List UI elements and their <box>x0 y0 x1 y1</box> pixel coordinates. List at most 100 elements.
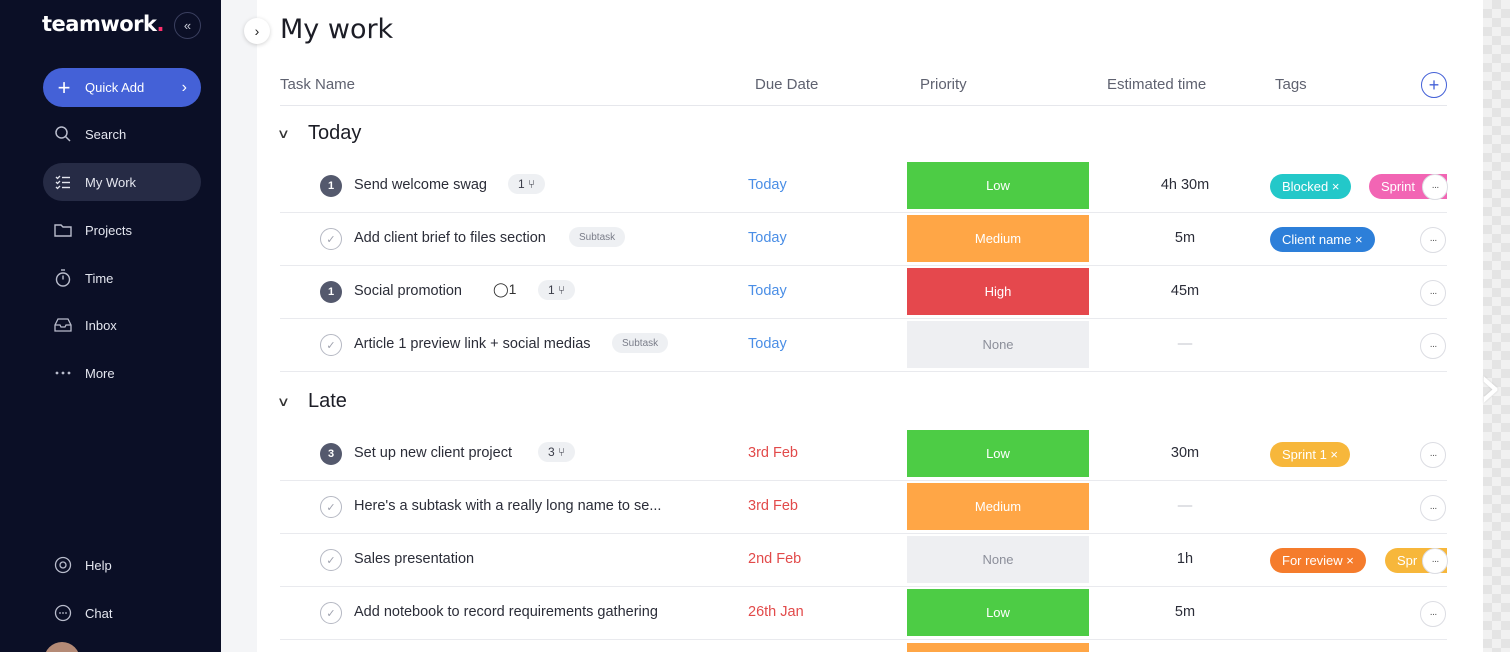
next-slide-icon[interactable]: › <box>1478 352 1502 422</box>
estimated-time[interactable]: 4h 30m <box>1100 177 1270 193</box>
priority-cell[interactable]: None <box>907 321 1089 368</box>
complete-checkbox[interactable]: ✓ <box>320 334 342 356</box>
task-name[interactable]: Add client brief to files section <box>354 230 546 246</box>
sidebar-item-help[interactable]: Help <box>43 546 201 584</box>
add-column-button[interactable]: + <box>1421 72 1447 98</box>
row-more-button[interactable]: ··· <box>1420 495 1446 521</box>
row-more-button[interactable]: ··· <box>1420 280 1446 306</box>
tag-for-review[interactable]: For review × <box>1270 548 1366 573</box>
sidebar-item-search[interactable]: Search <box>43 115 201 153</box>
tag-sprint-1[interactable]: Sprint 1 × <box>1270 442 1351 467</box>
subtask-count-badge[interactable]: 3 <box>320 443 342 465</box>
header-divider <box>280 105 1447 106</box>
comment-count[interactable]: ◯1 <box>493 281 516 298</box>
due-date[interactable]: 26th Jan <box>748 604 804 620</box>
chat-icon <box>53 603 73 623</box>
help-icon <box>53 555 73 575</box>
priority-cell[interactable]: Medium <box>907 483 1089 530</box>
estimated-time[interactable]: — <box>1100 336 1270 352</box>
more-dots-icon <box>53 363 73 383</box>
priority-cell[interactable]: Low <box>907 162 1089 209</box>
due-date[interactable]: Today <box>748 283 787 299</box>
expand-panel-button[interactable]: › <box>244 18 270 44</box>
folder-icon <box>53 220 73 240</box>
task-name[interactable]: Sales presentation <box>354 551 474 567</box>
task-name[interactable]: Add notebook to record requirements gath… <box>354 604 658 620</box>
row-more-button[interactable]: ··· <box>1420 601 1446 627</box>
column-header-tags[interactable]: Tags <box>1275 76 1307 93</box>
estimated-time[interactable]: 5m <box>1100 604 1270 620</box>
group-header-today[interactable]: ∨ Today <box>277 122 362 145</box>
estimated-time[interactable]: — <box>1100 498 1270 514</box>
task-row[interactable]: ✓ Sales presentation 2nd Feb None 1h For… <box>280 534 1448 587</box>
complete-checkbox[interactable]: ✓ <box>320 602 342 624</box>
list-check-icon <box>53 172 73 192</box>
column-header-due-date[interactable]: Due Date <box>755 76 818 93</box>
subtask-chip[interactable]: 1 ⑂ <box>538 280 576 300</box>
estimated-time[interactable]: 30m <box>1100 445 1270 461</box>
row-more-button[interactable]: ··· <box>1420 333 1446 359</box>
sidebar-item-my-work[interactable]: My Work <box>43 163 201 201</box>
sidebar-item-more[interactable]: More <box>43 354 201 392</box>
task-row[interactable]: 1 Send welcome swag 1 ⑂ Today Low 4h 30m… <box>280 160 1448 213</box>
task-name[interactable]: Social promotion <box>354 283 462 299</box>
complete-checkbox[interactable]: ✓ <box>320 496 342 518</box>
estimated-time[interactable]: 45m <box>1100 283 1270 299</box>
sidebar-item-label: Inbox <box>85 317 117 333</box>
priority-cell[interactable]: Low <box>907 589 1089 636</box>
sidebar-item-label: More <box>85 365 115 381</box>
task-row[interactable]: ✓ Here's a subtask with a really long na… <box>280 481 1447 534</box>
teamwork-logo[interactable]: teamwork. <box>42 12 165 36</box>
tag-client-name[interactable]: Client name × <box>1270 227 1375 252</box>
task-name[interactable]: Set up new client project <box>354 445 512 461</box>
quick-add-button[interactable]: + Quick Add › <box>43 68 201 107</box>
complete-checkbox[interactable]: ✓ <box>320 228 342 250</box>
plus-icon: + <box>57 74 71 100</box>
task-row[interactable]: ✓ Add notebook to record requirements ga… <box>280 587 1447 640</box>
background-pattern <box>1483 0 1510 652</box>
row-more-button[interactable]: ··· <box>1420 442 1446 468</box>
row-more-button[interactable]: ··· <box>1420 227 1446 253</box>
sidebar-item-chat[interactable]: Chat <box>43 594 201 632</box>
search-icon <box>53 124 73 144</box>
sidebar-item-time[interactable]: Time <box>43 259 201 297</box>
task-name[interactable]: Here's a subtask with a really long name… <box>354 498 661 514</box>
priority-cell[interactable]: Medium <box>907 215 1089 262</box>
priority-cell[interactable]: High <box>907 268 1089 315</box>
tag-blocked[interactable]: Blocked × <box>1270 174 1352 199</box>
subtask-chip[interactable]: 1 ⑂ <box>508 174 546 194</box>
sidebar-item-label: My Work <box>85 174 137 190</box>
group-label: Late <box>308 390 347 412</box>
due-date[interactable]: 2nd Feb <box>748 551 801 567</box>
due-date[interactable]: Today <box>748 336 787 352</box>
group-header-late[interactable]: ∨ Late <box>277 390 347 413</box>
sidebar-item-projects[interactable]: Projects <box>43 211 201 249</box>
row-more-button[interactable]: ··· <box>1422 548 1448 574</box>
priority-cell[interactable]: None <box>907 536 1089 583</box>
task-row[interactable]: ✓ Article 1 preview link + social medias… <box>280 319 1447 372</box>
task-row[interactable]: 3 Set up new client project 3 ⑂ 3rd Feb … <box>280 428 1447 481</box>
priority-cell-partial <box>907 643 1089 652</box>
row-more-button[interactable]: ··· <box>1422 174 1448 200</box>
task-name[interactable]: Send welcome swag <box>354 177 487 193</box>
column-header-priority[interactable]: Priority <box>920 76 967 93</box>
task-row[interactable]: 1 Social promotion ◯1 1 ⑂ Today High 45m… <box>280 266 1447 319</box>
task-name[interactable]: Article 1 preview link + social medias <box>354 336 591 352</box>
due-date[interactable]: Today <box>748 177 787 193</box>
complete-checkbox[interactable]: ✓ <box>320 549 342 571</box>
due-date[interactable]: 3rd Feb <box>748 445 798 461</box>
estimated-time[interactable]: 1h <box>1100 551 1270 567</box>
due-date[interactable]: Today <box>748 230 787 246</box>
collapse-sidebar-button[interactable]: « <box>174 12 201 39</box>
subtask-count-badge[interactable]: 1 <box>320 281 342 303</box>
task-row[interactable]: ✓ Add client brief to files section Subt… <box>280 213 1447 266</box>
priority-cell[interactable]: Low <box>907 430 1089 477</box>
column-header-task-name[interactable]: Task Name <box>280 76 355 93</box>
due-date[interactable]: 3rd Feb <box>748 498 798 514</box>
sidebar-item-inbox[interactable]: Inbox <box>43 306 201 344</box>
column-header-estimated-time[interactable]: Estimated time <box>1107 76 1206 93</box>
subtask-chip[interactable]: 3 ⑂ <box>538 442 576 462</box>
avatar[interactable] <box>44 642 80 652</box>
estimated-time[interactable]: 5m <box>1100 230 1270 246</box>
subtask-count-badge[interactable]: 1 <box>320 175 342 197</box>
